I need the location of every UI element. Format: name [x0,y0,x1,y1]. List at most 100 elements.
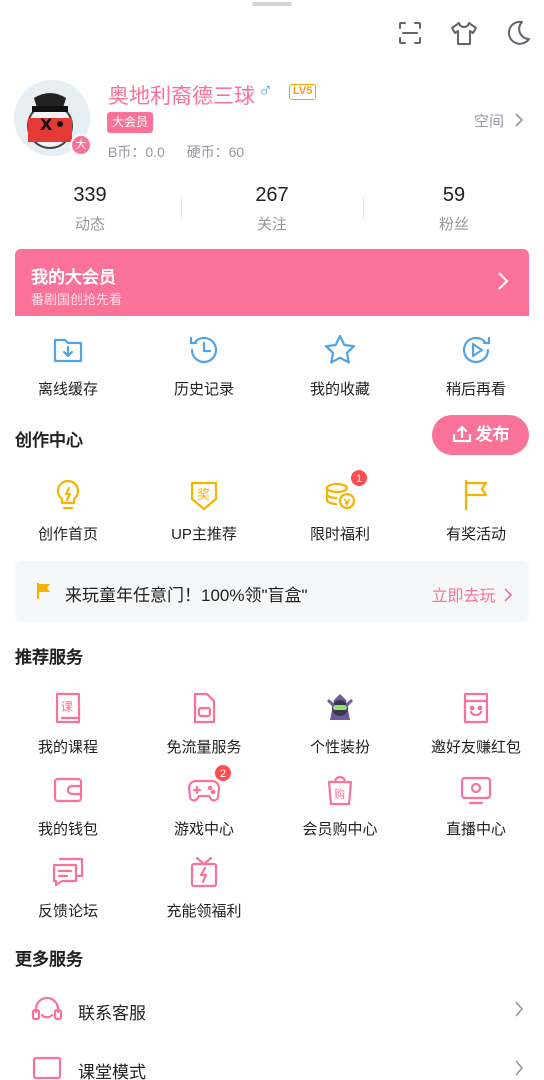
quick-watch-later[interactable]: 稍后再看 [416,332,536,399]
notification-badge: 1 [350,469,368,487]
creation-reward-activity[interactable]: 有奖活动 [416,477,536,544]
level-badge: LV5 [289,84,317,100]
service-label: 充能领福利 [166,903,242,920]
notification-badge: 2 [214,764,232,782]
quick-label: 我的收藏 [309,381,370,398]
upload-icon [452,425,471,442]
service-label: 反馈论坛 [37,903,98,920]
feedback-icon [50,854,86,890]
shopping-bag-icon: 购 [322,772,358,808]
history-icon [186,332,222,368]
stat-fans[interactable]: 59 粉丝 [379,184,529,234]
wallet-icon [50,772,86,808]
service-dress-up[interactable]: 个性装扮 [280,690,400,757]
download-icon [50,332,86,368]
more-label: 课堂模式 [78,1063,146,1080]
section-title-creation: 创作中心 [15,431,83,450]
service-vip-shop[interactable]: 购 会员购中心 [280,772,400,839]
bulb-icon [50,477,86,513]
gender-icon: ♂ [258,80,273,102]
quick-label: 历史记录 [173,381,234,398]
section-title-more: 更多服务 [15,950,83,969]
tshirt-icon[interactable] [449,18,479,48]
chevron-right-icon [504,588,513,602]
dressup-icon [322,690,358,726]
chevron-right-icon [515,1001,524,1017]
vip-dot-badge: 大 [70,134,92,156]
promo-action-label: 立即去玩 [431,588,496,605]
creation-label: 创作首页 [37,526,98,543]
flag-icon [458,477,494,513]
award-icon: 奖 [186,477,222,513]
more-contact-service[interactable]: 联系客服 [0,981,544,1039]
service-label: 邀好友赚红包 [430,739,521,756]
service-label: 我的钱包 [37,821,98,838]
promo-action[interactable]: 立即去玩 [432,582,513,606]
headset-icon [30,993,64,1027]
vip-banner[interactable]: 我的大会员 番剧国创抢先看 [15,249,529,316]
coin-balances: B币：0.0 硬币：60 [108,142,244,162]
service-feedback-forum[interactable]: 反馈论坛 [8,854,128,921]
quick-offline-cache[interactable]: 离线缓存 [8,332,128,399]
star-icon [322,332,358,368]
svg-text:课: 课 [61,700,73,714]
invite-icon [458,690,494,726]
vip-banner-title: 我的大会员 [31,268,116,287]
svg-text:购: 购 [334,787,345,801]
service-free-data[interactable]: 免流量服务 [144,690,264,757]
promo-banner[interactable]: 来玩童年任意门！100%领"盲盒" 立即去玩 [15,561,529,622]
creation-limited-benefit[interactable]: 1 限时福利 [280,469,400,544]
quick-favorites[interactable]: 我的收藏 [280,332,400,399]
service-game-center[interactable]: 2 游戏中心 [144,764,264,839]
stat-value: 339 [73,184,107,206]
more-classroom-mode[interactable]: 课堂模式 [0,1040,544,1080]
drag-handle[interactable] [252,2,292,6]
stat-label: 动态 [74,216,105,233]
service-label: 直播中心 [445,821,506,838]
section-title-recommend: 推荐服务 [15,648,83,667]
coins-icon: 1 [322,469,368,513]
svg-text:X: X [40,115,53,134]
creation-label: 有奖活动 [445,526,506,543]
service-invite-friends[interactable]: 邀好友赚红包 [416,690,536,757]
quick-label: 离线缓存 [37,381,98,398]
creation-home[interactable]: 创作首页 [8,477,128,544]
vip-badge[interactable]: 大会员 [107,112,154,133]
creation-up-recommend[interactable]: 奖 UP主推荐 [144,477,264,544]
b-coin-balance: B币：0.0 [108,144,165,160]
space-label: 空间 [474,113,505,130]
creation-label: 限时福利 [309,526,370,543]
publish-label: 发布 [475,425,510,444]
watch-later-icon [458,332,494,368]
service-label: 会员购中心 [302,821,378,838]
username[interactable]: 奥地利裔德三球 [108,80,255,110]
divider [181,196,182,220]
service-label: 个性装扮 [309,739,370,756]
chevron-right-icon [515,1060,524,1076]
classroom-icon [30,1052,64,1080]
stat-dynamics[interactable]: 339 动态 [15,184,165,234]
chevron-right-icon [515,113,524,127]
night-mode-icon[interactable] [503,18,533,48]
gamepad-icon: 2 [186,764,232,808]
service-my-course[interactable]: 课 我的课程 [8,690,128,757]
service-label: 游戏中心 [173,821,234,838]
sim-card-icon [186,690,222,726]
vip-banner-subtitle: 番剧国创抢先看 [31,292,123,307]
service-live-center[interactable]: 直播中心 [416,772,536,839]
service-label: 免流量服务 [166,739,242,756]
scan-icon[interactable] [395,18,425,48]
service-label: 我的课程 [37,739,98,756]
promo-flag-icon [37,583,50,599]
creation-label: UP主推荐 [171,526,237,543]
quick-history[interactable]: 历史记录 [144,332,264,399]
gift-icon [186,854,222,890]
stat-label: 粉丝 [438,216,469,233]
space-link[interactable]: 空间 [474,110,524,131]
stat-following[interactable]: 267 关注 [197,184,347,234]
service-wallet[interactable]: 我的钱包 [8,772,128,839]
live-tv-icon [458,772,494,808]
stat-value: 267 [255,184,289,206]
service-charge-benefit[interactable]: 充能领福利 [144,854,264,921]
publish-button[interactable]: 发布 [432,415,529,455]
